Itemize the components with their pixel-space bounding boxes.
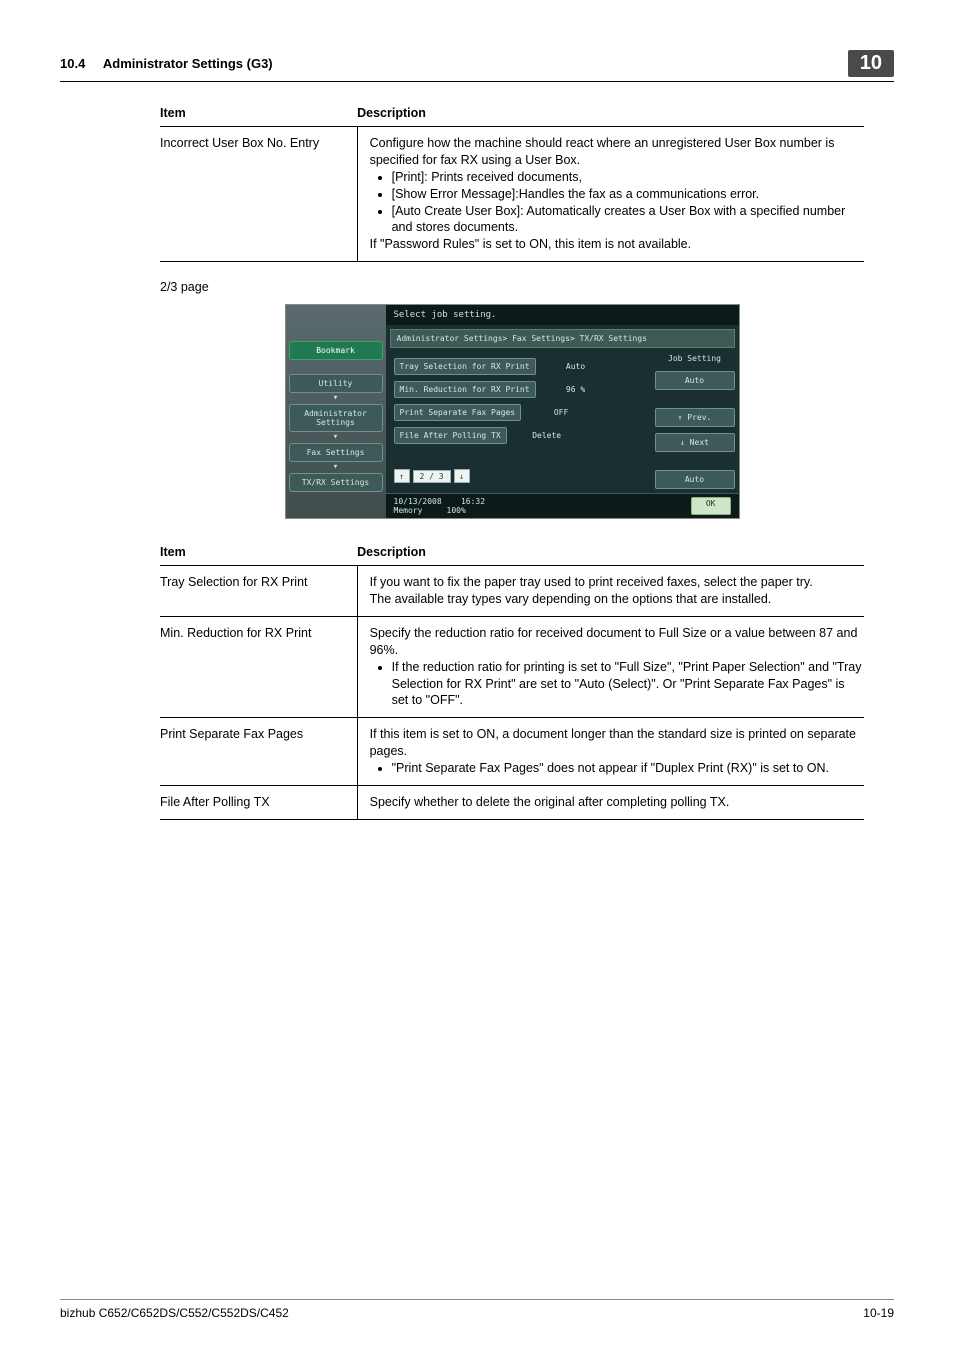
- left-sidebar: Bookmark Utility ▾ Administrator Setting…: [286, 305, 386, 518]
- item-cell: Incorrect User Box No. Entry: [160, 127, 357, 262]
- fax-settings-button[interactable]: Fax Settings: [289, 443, 383, 462]
- setting-row: Print Separate Fax Pages OFF: [394, 404, 647, 421]
- desc-outro: If "Password Rules" is set to ON, this i…: [370, 237, 692, 251]
- ok-button[interactable]: OK: [691, 497, 731, 515]
- footer-model: bizhub C652/C652DS/C552/C552DS/C452: [60, 1306, 289, 1320]
- chevron-down-icon: ▾: [289, 465, 383, 470]
- txrx-settings-button[interactable]: TX/RX Settings: [289, 473, 383, 492]
- table-row: Incorrect User Box No. Entry Configure h…: [160, 127, 864, 262]
- item-cell: Min. Reduction for RX Print: [160, 616, 357, 717]
- table-row: File After Polling TX Specify whether to…: [160, 785, 864, 819]
- table-row: Min. Reduction for RX Print Specify the …: [160, 616, 864, 717]
- min-reduction-button[interactable]: Min. Reduction for RX Print: [394, 381, 536, 398]
- auto-button[interactable]: Auto: [655, 371, 735, 390]
- setting-value: 96 %: [546, 385, 606, 394]
- chevron-down-icon: ▾: [289, 435, 383, 440]
- next-button[interactable]: ↓ Next: [655, 433, 735, 452]
- bookmark-button[interactable]: Bookmark: [289, 341, 383, 360]
- page-up-button[interactable]: ↑: [394, 469, 410, 483]
- pager: ↑ 2 / 3 ↓: [394, 469, 647, 483]
- desc-intro: If you want to fix the paper tray used t…: [370, 575, 813, 589]
- desc-intro: Specify whether to delete the original a…: [370, 795, 730, 809]
- table-txrx-settings: Item Description Tray Selection for RX P…: [160, 539, 864, 820]
- setting-value: Auto: [546, 362, 606, 371]
- footer-page: 10-19: [863, 1306, 894, 1320]
- print-separate-button[interactable]: Print Separate Fax Pages: [394, 404, 522, 421]
- page-number: 2 / 3: [413, 470, 451, 483]
- table-row: Tray Selection for RX Print If you want …: [160, 566, 864, 617]
- col-desc: Description: [357, 539, 864, 566]
- item-cell: File After Polling TX: [160, 785, 357, 819]
- settings-list: Tray Selection for RX Print Auto Min. Re…: [390, 352, 651, 489]
- memory-label: Memory: [394, 506, 423, 515]
- page-down-button[interactable]: ↓: [454, 469, 470, 483]
- utility-button[interactable]: Utility: [289, 374, 383, 393]
- setting-value: OFF: [531, 408, 591, 417]
- desc-cell: Specify whether to delete the original a…: [357, 785, 864, 819]
- bullet-list: "Print Separate Fax Pages" does not appe…: [392, 760, 864, 777]
- bullet-list: If the reduction ratio for printing is s…: [392, 659, 864, 710]
- breadcrumb: Administrator Settings> Fax Settings> TX…: [390, 329, 735, 348]
- memory-value: 100%: [447, 506, 466, 515]
- prev-button[interactable]: ↑ Prev.: [655, 408, 735, 427]
- page-footer: bizhub C652/C652DS/C552/C552DS/C452 10-1…: [60, 1299, 894, 1320]
- ui-title: Select job setting.: [386, 305, 739, 325]
- bullet: [Show Error Message]:Handles the fax as …: [392, 186, 864, 203]
- status-time: 16:32: [461, 497, 485, 506]
- page-indicator: 2/3 page: [160, 280, 864, 294]
- desc-cell: Specify the reduction ratio for received…: [357, 616, 864, 717]
- desc-cell: Configure how the machine should react w…: [357, 127, 864, 262]
- side-panel: Job Setting Auto ↑ Prev. ↓ Next Auto: [655, 352, 735, 489]
- file-after-polling-button[interactable]: File After Polling TX: [394, 427, 507, 444]
- bullet: [Print]: Prints received documents,: [392, 169, 864, 186]
- item-cell: Print Separate Fax Pages: [160, 718, 357, 786]
- bullet-list: [Print]: Prints received documents, [Sho…: [392, 169, 864, 237]
- status-left: 10/13/2008 16:32 Memory 100%: [394, 497, 486, 515]
- status-date: 10/13/2008: [394, 497, 442, 506]
- page-header: 10.4 Administrator Settings (G3) 10: [60, 50, 894, 82]
- col-item: Item: [160, 100, 357, 127]
- item-cell: Tray Selection for RX Print: [160, 566, 357, 617]
- auto-button[interactable]: Auto: [655, 470, 735, 489]
- admin-settings-button[interactable]: Administrator Settings: [289, 404, 383, 432]
- job-setting-label: Job Setting: [655, 352, 735, 365]
- setting-row: File After Polling TX Delete: [394, 427, 647, 444]
- bullet: [Auto Create User Box]: Automatically cr…: [392, 203, 864, 237]
- header-title: 10.4 Administrator Settings (G3): [60, 56, 273, 71]
- desc-cell: If this item is set to ON, a document lo…: [357, 718, 864, 786]
- setting-value: Delete: [517, 431, 577, 440]
- bullet: "Print Separate Fax Pages" does not appe…: [392, 760, 864, 777]
- table-row: Print Separate Fax Pages If this item is…: [160, 718, 864, 786]
- desc-intro: Specify the reduction ratio for received…: [370, 626, 858, 657]
- status-bar: 10/13/2008 16:32 Memory 100% OK: [386, 493, 739, 518]
- bullet: If the reduction ratio for printing is s…: [392, 659, 864, 710]
- desc-intro: Configure how the machine should react w…: [370, 136, 835, 167]
- col-item: Item: [160, 539, 357, 566]
- chevron-down-icon: ▾: [289, 396, 383, 401]
- chapter-badge: 10: [848, 50, 894, 77]
- main-panel: Select job setting. Administrator Settin…: [386, 305, 739, 518]
- section-title: Administrator Settings (G3): [103, 56, 273, 71]
- section-number: 10.4: [60, 56, 85, 71]
- desc-outro: The available tray types vary depending …: [370, 592, 772, 606]
- setting-row: Tray Selection for RX Print Auto: [394, 358, 647, 375]
- table-incorrect-user-box: Item Description Incorrect User Box No. …: [160, 100, 864, 262]
- desc-cell: If you want to fix the paper tray used t…: [357, 566, 864, 617]
- setting-row: Min. Reduction for RX Print 96 %: [394, 381, 647, 398]
- desc-intro: If this item is set to ON, a document lo…: [370, 727, 856, 758]
- tray-selection-button[interactable]: Tray Selection for RX Print: [394, 358, 536, 375]
- col-desc: Description: [357, 100, 864, 127]
- device-ui-screenshot: Bookmark Utility ▾ Administrator Setting…: [285, 304, 740, 519]
